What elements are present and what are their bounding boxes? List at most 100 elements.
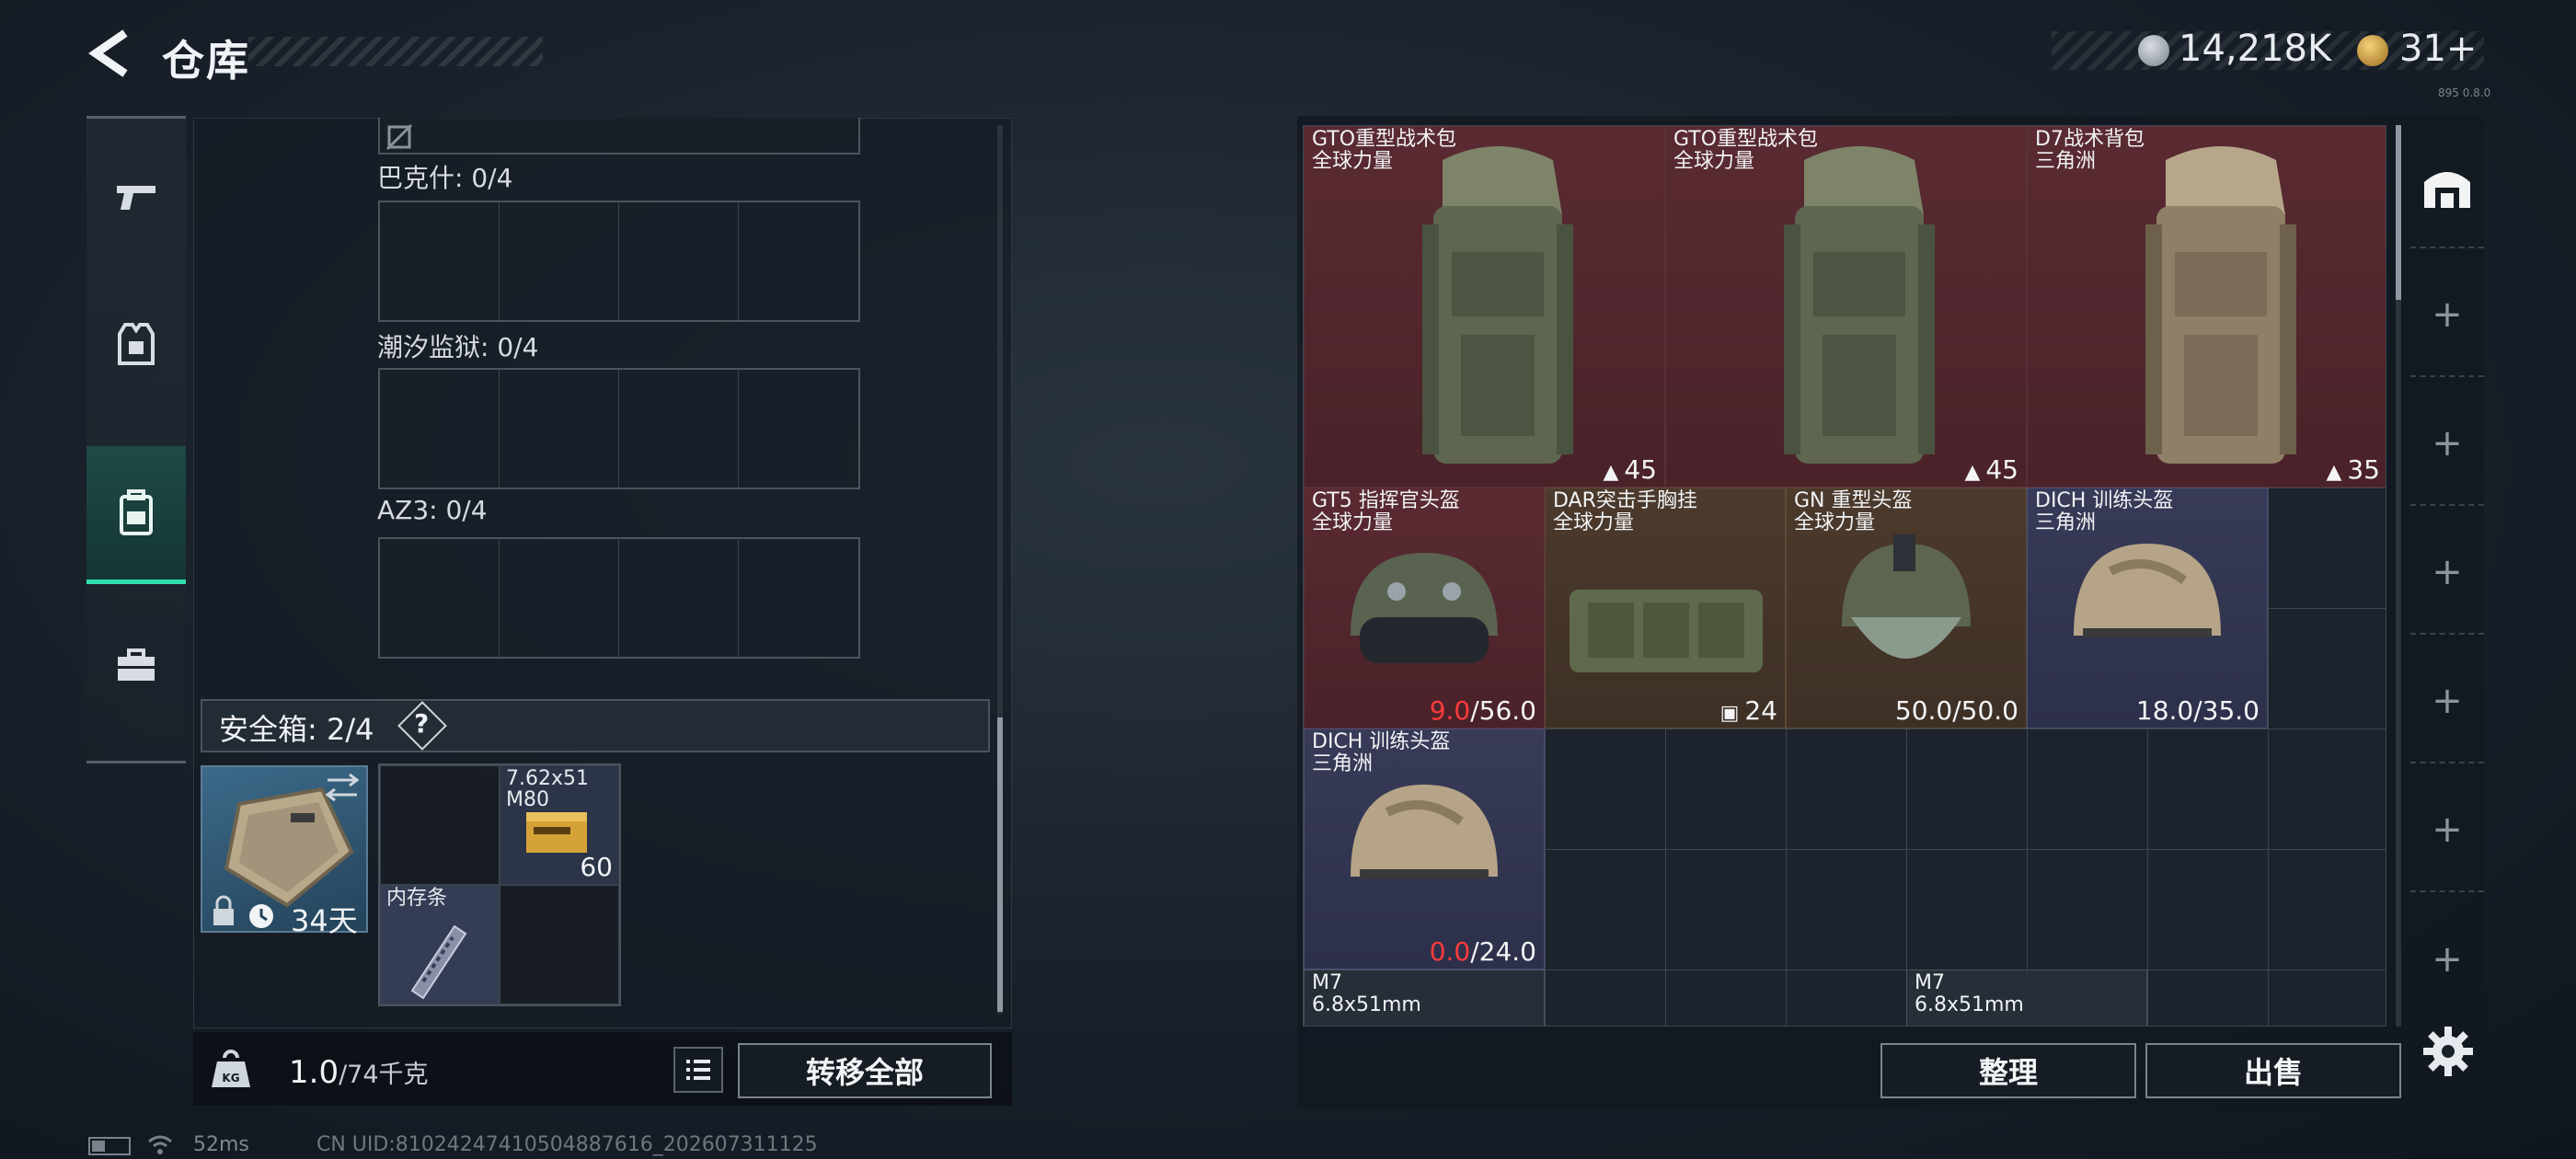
left-scrollbar-thumb[interactable] [997, 717, 1003, 1012]
version-text: 895 0.8.0 [2438, 86, 2491, 99]
disabled-slot-icon [385, 123, 413, 151]
item-dar-chest-rig[interactable]: DAR突击手胸挂 全球力量 ▣ 24 [1545, 488, 1786, 729]
left-nav [86, 116, 186, 763]
item-m7-ammo-1[interactable]: M7 6.8x51mm [1304, 970, 1545, 1026]
vest-icon [118, 323, 155, 365]
backpack-image [1422, 146, 1573, 464]
item-value: ▲ 45 [1603, 454, 1657, 485]
container-label-az3: AZ3: 0/4 [377, 495, 488, 525]
back-arrow-icon [88, 29, 128, 77]
item-gn-heavy-helmet[interactable]: GN 重型头盔 全球力量 50.0/50.0 [1786, 488, 2027, 729]
side-tab-add-1[interactable]: + [2410, 254, 2484, 377]
weight-button[interactable]: KG [210, 1049, 252, 1091]
title-stripes [248, 37, 543, 66]
uid-text: CN UID:81024247410504887616_202607311125 [316, 1133, 818, 1156]
warehouse-icon [2424, 172, 2470, 208]
backpack-image [2145, 146, 2296, 464]
container-grid-az3[interactable] [378, 537, 860, 659]
safe-slot-4[interactable] [500, 885, 619, 1004]
side-tab-add-4[interactable]: + [2410, 640, 2484, 763]
item-value: ▲ 45 [1964, 454, 2018, 485]
item-name: GT5 指挥官头盔 全球力量 [1312, 489, 1460, 535]
chest-rig-image [1570, 590, 1763, 672]
item-durability: 9.0/56.0 [1429, 695, 1536, 726]
safe-box-grid[interactable]: 7.62x51 M80 60 内存条 [378, 763, 621, 1006]
weight-display: 1.0/74千克 [289, 1054, 429, 1091]
container-label-tidal-prison: 潮汐监狱: 0/4 [377, 332, 539, 362]
vest-capacity-icon: ▣ [1719, 702, 1740, 725]
item-name: DAR突击手胸挂 全球力量 [1553, 489, 1697, 535]
wifi-icon [148, 1135, 172, 1154]
sell-button[interactable]: 出售 [2145, 1043, 2401, 1098]
nav-weapons[interactable] [86, 128, 186, 266]
container-grid-bakesh[interactable] [378, 201, 860, 322]
side-tab-add-5[interactable]: + [2410, 769, 2484, 892]
item-gto-backpack-2[interactable]: GTO重型战术包 全球力量 ▲ 45 [1665, 126, 2027, 488]
warehouse-scrollbar-thumb[interactable] [2396, 125, 2401, 300]
capacity-icon: ▲ [1603, 461, 1619, 484]
container-label-bakesh: 巴克什: 0/4 [377, 163, 513, 193]
helmet-image [1351, 553, 1498, 663]
side-tab-add-3[interactable]: + [2410, 511, 2484, 635]
item-durability: 18.0/35.0 [2135, 695, 2260, 726]
list-view-button[interactable] [673, 1047, 723, 1093]
item-name: M7 6.8x51mm [1915, 971, 2024, 1017]
ram-name: 内存条 [386, 887, 448, 910]
gear-icon [2423, 1027, 2473, 1076]
item-durability: 50.0/50.0 [1894, 695, 2018, 726]
item-durability: 0.0/24.0 [1429, 936, 1536, 967]
coin-icon [2138, 35, 2169, 66]
item-gto-backpack-1[interactable]: GTO重型战术包 全球力量 ▲ 45 [1304, 126, 1665, 488]
item-gt5-helmet[interactable]: GT5 指挥官头盔 全球力量 9.0/56.0 [1304, 488, 1545, 729]
gold-icon [2357, 35, 2388, 66]
weight-current: 1.0 [289, 1054, 339, 1091]
ammo-count: 60 [580, 852, 613, 882]
ammo-item[interactable]: 7.62x51 M80 60 [500, 765, 619, 885]
backpack-icon [120, 488, 153, 535]
safe-box-label: 安全箱: 2/4 [219, 712, 374, 747]
container-grid-tidal-prison[interactable] [378, 368, 860, 489]
help-icon[interactable]: ? [414, 708, 429, 739]
safe-box-days: 34天 [291, 903, 358, 938]
pistol-icon [117, 186, 155, 210]
item-value: ▲ 35 [2326, 454, 2380, 485]
weight-kg-icon: KG [212, 1050, 250, 1087]
ram-stick-icon [410, 924, 467, 1000]
helmet-image [2074, 544, 2221, 637]
coin-balance: 14,218K [2179, 28, 2332, 70]
side-tab-add-6[interactable]: + [2410, 898, 2484, 1021]
battery-icon [88, 1137, 131, 1155]
transfer-all-button[interactable]: 转移全部 [738, 1043, 992, 1098]
capacity-icon: ▲ [1964, 461, 1981, 484]
item-value: ▣ 24 [1719, 695, 1777, 726]
nav-toolbox[interactable] [86, 597, 186, 735]
item-dich-training-helmet-2[interactable]: DICH 训练头盔 三角洲 0.0/24.0 [1304, 729, 1545, 970]
capacity-icon: ▲ [2326, 461, 2342, 484]
page-title: 仓库 [162, 36, 250, 86]
ram-item[interactable]: 内存条 [380, 885, 500, 1004]
sort-button[interactable]: 整理 [1880, 1043, 2136, 1098]
side-tab-add-2[interactable]: + [2410, 383, 2484, 506]
list-icon [686, 1060, 710, 1080]
item-name: M7 6.8x51mm [1312, 971, 1421, 1017]
side-tab-warehouse[interactable] [2410, 125, 2484, 248]
back-button[interactable] [85, 26, 136, 81]
backpack-image [1784, 146, 1935, 464]
safe-box-slot[interactable]: 34天 [201, 765, 368, 938]
helmet-image [1842, 534, 1971, 659]
nav-backpack[interactable] [86, 446, 186, 584]
weight-max: /74千克 [339, 1061, 429, 1089]
warehouse-grid[interactable]: GTO重型战术包 全球力量 ▲ 45 GTO重型战术包 全球力量 ▲ 45 D7战术… [1303, 125, 2386, 1027]
gold-balance[interactable]: 31+ [2399, 28, 2477, 70]
item-dich-training-helmet-1[interactable]: DICH 训练头盔 三角洲 18.0/35.0 [2027, 488, 2268, 729]
ammo-box-icon [526, 812, 587, 853]
item-m7-ammo-2[interactable]: M7 6.8x51mm [1906, 970, 2147, 1026]
helmet-image [1351, 785, 1498, 878]
settings-button[interactable] [2420, 1023, 2477, 1080]
toolbox-icon [118, 648, 155, 681]
safe-slot-1[interactable] [380, 765, 500, 885]
ping-text: 52ms [193, 1133, 249, 1156]
container-grid-partial[interactable] [378, 118, 860, 155]
nav-equipment[interactable] [86, 275, 186, 413]
item-d7-backpack[interactable]: D7战术背包 三角洲 ▲ 35 [2027, 126, 2386, 488]
